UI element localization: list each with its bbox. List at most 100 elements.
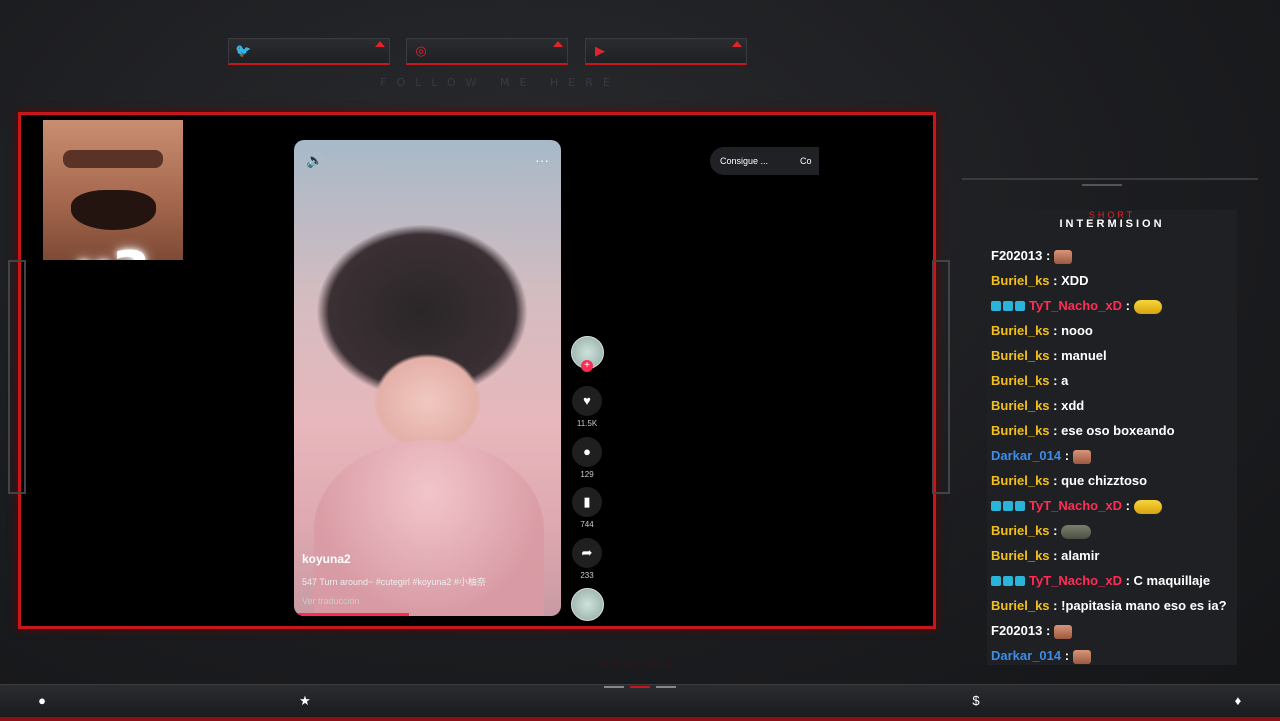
- loading-text: LOADING: [603, 660, 677, 671]
- chat-username[interactable]: Buriel_ks: [991, 473, 1050, 488]
- chat-text: xdd: [1061, 398, 1085, 413]
- chat-message: TyT_Nacho_xD : C maquillaje: [991, 569, 1233, 593]
- share-icon[interactable]: ➦: [572, 538, 602, 568]
- chat-text: a: [1061, 373, 1069, 388]
- connect-button[interactable]: Co: [800, 147, 812, 175]
- chat-message: Buriel_ks :: [991, 519, 1233, 543]
- comment-icon[interactable]: ●: [572, 437, 602, 467]
- face-emote-icon: [1053, 249, 1072, 264]
- chat-username[interactable]: Buriel_ks: [991, 598, 1050, 613]
- chat-message: Buriel_ks : !papitasia mano eso es ia?: [991, 598, 1227, 613]
- face-emote-icon: [1072, 649, 1091, 664]
- chat-text: C maquillaje: [1133, 573, 1211, 588]
- volume-icon[interactable]: 🔊: [306, 152, 323, 169]
- chat-username[interactable]: Buriel_ks: [991, 523, 1050, 538]
- frame-left-decoration: [8, 260, 26, 494]
- chat-message: Buriel_ks : xdd: [991, 398, 1085, 413]
- social-youtube[interactable]: ▶: [585, 38, 747, 65]
- video-username[interactable]: koyuna2: [302, 552, 351, 566]
- chat-username[interactable]: Buriel_ks: [991, 273, 1050, 288]
- instagram-icon: ◎: [415, 43, 427, 58]
- chat-username[interactable]: TyT_Nacho_xD: [1029, 573, 1122, 588]
- social-instagram[interactable]: ◎: [406, 38, 568, 65]
- chat-message: TyT_Nacho_xD :: [991, 294, 1233, 318]
- chat-username[interactable]: Buriel_ks: [991, 423, 1050, 438]
- chat-username[interactable]: Buriel_ks: [991, 323, 1050, 338]
- chat-username[interactable]: Buriel_ks: [991, 548, 1050, 563]
- chat-username[interactable]: Buriel_ks: [991, 373, 1050, 388]
- follow-me-text: FOLLOW ME HERE: [380, 76, 620, 89]
- more-options-icon[interactable]: ···: [535, 152, 549, 168]
- badge-icons: [991, 495, 1027, 519]
- bookmark-icon[interactable]: ▮: [572, 487, 602, 517]
- chat-message: F202013 :: [991, 619, 1233, 643]
- chat-message: F202013 :: [991, 244, 1233, 268]
- chat-message: Buriel_ks : ese oso boxeando: [991, 423, 1175, 438]
- chat-decoration: [962, 178, 1258, 194]
- save-count: 744: [580, 520, 594, 529]
- like-count: 11.5K: [576, 419, 598, 428]
- chat-username[interactable]: Buriel_ks: [991, 398, 1050, 413]
- triangle-icon: [375, 41, 385, 47]
- save-action[interactable]: ▮ 744: [571, 487, 603, 529]
- like-action[interactable]: ♥ 11.5K: [571, 386, 603, 428]
- chat-text: ese oso boxeando: [1061, 423, 1175, 438]
- meme-eyes: [63, 150, 163, 168]
- comment-action[interactable]: ● 129: [571, 437, 603, 479]
- chat-username[interactable]: F202013: [991, 248, 1042, 263]
- chat-header: SHORT INTERMISION: [987, 210, 1237, 230]
- badge-icons: [991, 570, 1027, 594]
- chat-message: Buriel_ks : nooo: [991, 323, 1093, 338]
- chat-username[interactable]: Buriel_ks: [991, 348, 1050, 363]
- flame-icon: ♦: [1234, 693, 1242, 708]
- creator-avatar[interactable]: +: [571, 336, 604, 372]
- chat-message: Buriel_ks : manuel: [991, 348, 1107, 363]
- star-icon: ★: [299, 693, 311, 708]
- chat-panel: SHORT INTERMISION F202013 : Buriel_ks : …: [987, 210, 1237, 665]
- follow-plus-icon[interactable]: +: [581, 360, 593, 372]
- share-action[interactable]: ➦ 233: [571, 538, 603, 580]
- share-count: 233: [580, 571, 594, 580]
- chat-username[interactable]: Darkar_014: [991, 448, 1061, 463]
- dollar-icon: $: [972, 693, 980, 708]
- chat-username[interactable]: TyT_Nacho_xD: [1029, 498, 1122, 513]
- chat-message: TyT_Nacho_xD :: [991, 494, 1233, 518]
- chat-message: Darkar_014 :: [991, 444, 1233, 468]
- triangle-icon: [732, 41, 742, 47]
- triangle-icon: [553, 41, 563, 47]
- bottom-center-decoration: [590, 684, 690, 692]
- chat-text: !papitasia mano eso es ia?: [1061, 598, 1227, 613]
- hand-emote-icon: [1133, 499, 1162, 514]
- chat-header-title: INTERMISION: [1059, 218, 1165, 230]
- chat-text: que chizztoso: [1061, 473, 1148, 488]
- video-description: 547 Turn around~ #cutegirl #koyuna2 #小柚奈: [302, 577, 486, 587]
- cat-emote-icon: [1061, 524, 1092, 539]
- video-image: [314, 440, 544, 616]
- music-disc[interactable]: [571, 588, 604, 621]
- chat-message: Buriel_ks : que chizztoso: [991, 473, 1148, 488]
- youtube-icon: ▶: [595, 43, 605, 58]
- chat-username[interactable]: F202013: [991, 623, 1042, 638]
- get-app-button[interactable]: Consigue ...: [720, 147, 768, 175]
- social-twitter[interactable]: 🐦: [228, 38, 390, 65]
- twitter-icon: 🐦: [235, 43, 252, 58]
- comment-count: 129: [580, 470, 594, 479]
- frame-right-decoration: [932, 260, 950, 494]
- meme-mouth: [71, 190, 156, 230]
- chat-text: alamir: [1061, 548, 1100, 563]
- tiktok-video[interactable]: 🔊 ··· koyuna2 547 Turn around~ #cutegirl…: [294, 140, 561, 616]
- translate-link[interactable]: Ver traducción: [302, 596, 360, 606]
- chat-text: nooo: [1061, 323, 1093, 338]
- chat-text: XDD: [1061, 273, 1089, 288]
- chat-message: Buriel_ks : XDD: [991, 273, 1089, 288]
- video-progress[interactable]: [294, 613, 409, 616]
- chat-username[interactable]: TyT_Nacho_xD: [1029, 298, 1122, 313]
- chat-message: Buriel_ks : alamir: [991, 548, 1100, 563]
- chat-message: Darkar_014 :: [991, 644, 1233, 665]
- face-emote-icon: [1053, 624, 1072, 639]
- top-pill-bar: Consigue ... Co: [710, 147, 819, 175]
- face-emote-icon: [1072, 449, 1091, 464]
- chat-username[interactable]: Darkar_014: [991, 648, 1061, 663]
- chat-message: Buriel_ks : a: [991, 373, 1069, 388]
- heart-icon[interactable]: ♥: [572, 386, 602, 416]
